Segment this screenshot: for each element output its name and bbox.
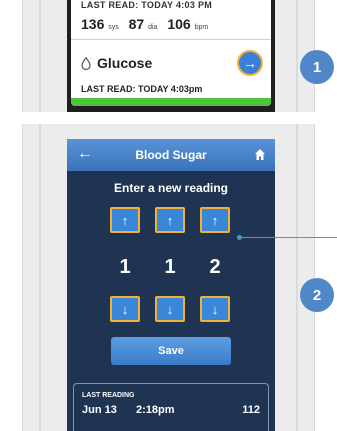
- page: LAST READ: TODAY 4:03 PM 136 sys 87 dia …: [0, 0, 337, 431]
- glucose-label: Glucose: [97, 55, 153, 71]
- arrow-down-icon: ↓: [211, 301, 219, 317]
- diastolic-value: 87: [128, 16, 145, 32]
- digit-3-up-button[interactable]: ↑: [200, 207, 230, 233]
- callout-1: 1: [300, 50, 334, 84]
- frame-rail: [39, 124, 41, 431]
- arrow-down-icon: ↓: [166, 301, 174, 317]
- digit-1: 1: [119, 256, 131, 278]
- pulse-value: 106: [167, 16, 191, 32]
- save-button[interactable]: Save: [111, 337, 231, 365]
- callout-2: 2: [300, 278, 334, 312]
- glucose-go-button[interactable]: →: [237, 50, 263, 76]
- green-action-bar[interactable]: [71, 98, 271, 106]
- glucose-last-read: LAST READ: TODAY 4:03pm: [81, 84, 203, 94]
- callout-leader-dot: [237, 235, 242, 240]
- frame-rail: [39, 0, 41, 112]
- digit-2-up-button[interactable]: ↑: [155, 207, 185, 233]
- arrow-right-icon: →: [243, 55, 257, 71]
- digit-1-down-button[interactable]: ↓: [110, 296, 140, 322]
- vitals-screen: LAST READ: TODAY 4:03 PM 136 sys 87 dia …: [67, 0, 275, 112]
- drop-icon: [81, 57, 91, 70]
- last-reading-value: 112: [242, 404, 260, 416]
- last-reading-date: Jun 13: [82, 404, 117, 416]
- screen-title: Blood Sugar: [135, 148, 207, 162]
- header-bar: ← Blood Sugar: [67, 139, 275, 171]
- home-icon[interactable]: [254, 148, 266, 161]
- systolic-unit: sys: [108, 24, 119, 31]
- divider: [71, 39, 271, 40]
- blood-sugar-screen: ← Blood Sugar Enter a new reading ↑ ↑ ↑ …: [67, 139, 275, 431]
- vitals-card: LAST READ: TODAY 4:03 PM 136 sys 87 dia …: [71, 0, 271, 106]
- vitals-last-read: LAST READ: TODAY 4:03 PM: [81, 0, 213, 10]
- digit-2-down-button[interactable]: ↓: [155, 296, 185, 322]
- frame-rail: [296, 124, 298, 431]
- last-reading-time: 2:18pm: [136, 404, 175, 416]
- arrow-up-icon: ↑: [211, 212, 219, 228]
- entry-prompt: Enter a new reading: [113, 181, 229, 195]
- callout-leader-line: [239, 237, 337, 238]
- frame-rail: [296, 0, 298, 112]
- last-reading-card: LAST READING Jun 13 2:18pm 112: [73, 383, 269, 431]
- arrow-up-icon: ↑: [121, 212, 129, 228]
- pulse-unit: bpm: [194, 24, 209, 31]
- vitals-values: 136 sys 87 dia 106 bpm: [81, 16, 214, 32]
- digit-3-down-button[interactable]: ↓: [200, 296, 230, 322]
- systolic-value: 136: [81, 16, 105, 32]
- diastolic-unit: dia: [148, 24, 158, 31]
- digit-1-up-button[interactable]: ↑: [110, 207, 140, 233]
- digit-3: 2: [209, 256, 221, 278]
- arrow-down-icon: ↓: [121, 301, 129, 317]
- arrow-up-icon: ↑: [166, 212, 174, 228]
- last-reading-label: LAST READING: [82, 392, 135, 399]
- digit-2: 1: [164, 256, 176, 278]
